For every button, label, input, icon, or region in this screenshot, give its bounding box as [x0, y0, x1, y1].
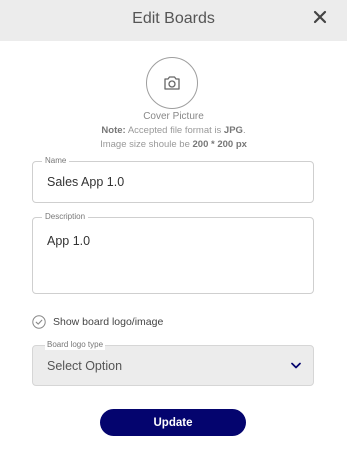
- description-field-label: Description: [42, 212, 89, 222]
- chevron-down-icon: [291, 362, 301, 369]
- cover-picture-label: Cover Picture: [143, 111, 204, 122]
- board-logo-type-label: Board logo type: [45, 340, 106, 350]
- show-logo-checkbox[interactable]: [32, 315, 46, 329]
- board-logo-type-select[interactable]: Board logo type Select Option: [32, 340, 314, 386]
- name-field[interactable]: Name Sales App 1.0: [32, 156, 314, 203]
- close-icon: [313, 10, 327, 24]
- image-size-note: Image size shoule be 200 * 200 px: [0, 139, 347, 150]
- note-format: JPG: [223, 125, 243, 136]
- close-button[interactable]: [313, 10, 329, 26]
- description-field[interactable]: Description App 1.0: [32, 212, 314, 294]
- file-format-note: Note: Accepted file format is JPG.: [0, 125, 347, 136]
- update-button[interactable]: Update: [100, 409, 246, 436]
- show-logo-label: Show board logo/image: [53, 316, 164, 328]
- cover-picture-upload[interactable]: [146, 57, 198, 109]
- description-field-value[interactable]: App 1.0: [47, 234, 90, 248]
- modal-header: Edit Boards: [0, 0, 347, 41]
- note-text: Accepted file format is: [125, 125, 224, 136]
- note-end: .: [242, 125, 246, 136]
- size-value: 200 * 200 px: [192, 139, 247, 150]
- size-text: Image size shoule be: [100, 139, 193, 150]
- check-circle-icon: [32, 315, 46, 329]
- camera-icon: [164, 76, 180, 90]
- board-logo-type-value: Select Option: [47, 359, 123, 373]
- name-field-label: Name: [42, 156, 70, 166]
- modal-title: Edit Boards: [132, 10, 215, 27]
- name-field-value[interactable]: Sales App 1.0: [47, 175, 124, 189]
- note-prefix: Note:: [101, 125, 126, 136]
